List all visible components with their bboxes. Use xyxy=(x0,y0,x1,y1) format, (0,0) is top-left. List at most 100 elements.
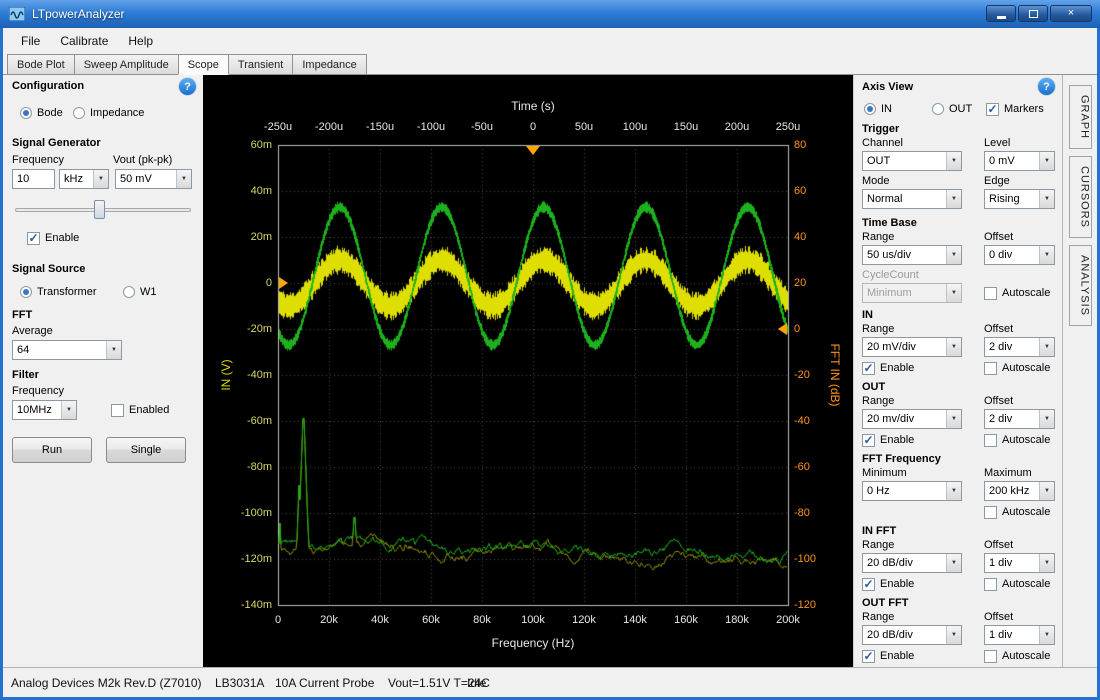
generator-enable-checkbox[interactable]: ✓ Enable xyxy=(27,231,79,245)
time-axis-title: Time (s) xyxy=(511,99,555,113)
help-icon[interactable]: ? xyxy=(1038,78,1055,95)
in-enable-checkbox[interactable]: ✓ Enable xyxy=(862,361,914,375)
axis-view-in-radio[interactable]: IN xyxy=(864,102,892,116)
status-state: Idle xyxy=(467,676,486,690)
frequency-axis-title: Frequency (Hz) xyxy=(492,636,575,650)
checkbox-label: Autoscale xyxy=(1002,362,1050,374)
filter-frequency-label: Frequency xyxy=(12,385,64,397)
time-base-offset-select[interactable]: 0 div▼ xyxy=(984,245,1055,265)
config-impedance-radio[interactable]: Impedance xyxy=(73,106,144,120)
selected-value: 1 div xyxy=(985,626,1039,644)
selected-value: 20 dB/div xyxy=(863,554,946,572)
in-fft-range-label: Range xyxy=(862,539,894,551)
in-fft-offset-select[interactable]: 1 div▼ xyxy=(984,553,1055,573)
help-icon[interactable]: ? xyxy=(179,78,196,95)
out-offset-select[interactable]: 2 div▼ xyxy=(984,409,1055,429)
side-tab-strip: GRAPH CURSORS ANALYSIS xyxy=(1062,75,1097,667)
right-panel: Axis View ? IN OUT ✓ Markers Trigger Cha… xyxy=(853,75,1062,667)
trigger-edge-select[interactable]: Rising▼ xyxy=(984,189,1055,209)
title-bar: LTpowerAnalyzer × xyxy=(0,0,1100,28)
menu-file[interactable]: File xyxy=(11,31,50,51)
minimize-button[interactable] xyxy=(986,5,1016,22)
menu-help[interactable]: Help xyxy=(118,31,163,51)
frequency-input[interactable] xyxy=(12,169,55,189)
config-bode-radio[interactable]: Bode xyxy=(20,106,63,120)
status-device: Analog Devices M2k Rev.D (Z7010) xyxy=(11,676,202,690)
tab-scope[interactable]: Scope xyxy=(178,54,229,75)
fft-average-select[interactable]: 64▼ xyxy=(12,340,122,360)
trigger-mode-select[interactable]: Normal▼ xyxy=(862,189,962,209)
dropdown-arrow-icon: ▼ xyxy=(946,482,961,500)
side-tab-cursors[interactable]: CURSORS xyxy=(1069,156,1092,238)
out-range-select[interactable]: 20 mv/div▼ xyxy=(862,409,962,429)
tab-sweep-amplitude[interactable]: Sweep Amplitude xyxy=(74,54,179,74)
source-w1-radio[interactable]: W1 xyxy=(123,285,157,299)
out-fft-enable-checkbox[interactable]: ✓ Enable xyxy=(862,649,914,663)
tab-transient[interactable]: Transient xyxy=(228,54,293,74)
axis-tick-label: 80 xyxy=(794,139,806,151)
in-offset-select[interactable]: 2 div▼ xyxy=(984,337,1055,357)
side-tab-graph[interactable]: GRAPH xyxy=(1069,85,1092,149)
maximize-button[interactable] xyxy=(1018,5,1048,22)
close-button[interactable]: × xyxy=(1050,5,1092,22)
time-base-range-select[interactable]: 50 us/div▼ xyxy=(862,245,962,265)
checkbox-icon xyxy=(984,434,997,447)
checkbox-label: Autoscale xyxy=(1002,506,1050,518)
filter-frequency-select[interactable]: 10MHz▼ xyxy=(12,400,77,420)
in-fft-enable-checkbox[interactable]: ✓ Enable xyxy=(862,577,914,591)
out-fft-range-select[interactable]: 20 dB/div▼ xyxy=(862,625,962,645)
axis-tick-label: -100m xyxy=(241,507,272,519)
tab-bode-plot[interactable]: Bode Plot xyxy=(7,54,75,74)
trigger-channel-select[interactable]: OUT▼ xyxy=(862,151,962,171)
fft-maximum-select[interactable]: 200 kHz▼ xyxy=(984,481,1055,501)
slider-thumb[interactable] xyxy=(94,200,105,219)
frequency-unit-select[interactable]: kHz▼ xyxy=(59,169,109,189)
menu-calibrate[interactable]: Calibrate xyxy=(50,31,118,51)
cyclecount-select: Minimum▼ xyxy=(862,283,962,303)
in-fft-range-select[interactable]: 20 dB/div▼ xyxy=(862,553,962,573)
time-base-autoscale-checkbox[interactable]: Autoscale xyxy=(984,286,1050,300)
selected-value: Minimum xyxy=(863,284,946,302)
axis-tick-label: 0 xyxy=(530,121,536,133)
selected-value: 0 div xyxy=(985,246,1039,264)
amplitude-slider[interactable] xyxy=(15,199,191,219)
axis-tick-label: 100k xyxy=(521,614,545,626)
axis-tick-label: -150u xyxy=(366,121,394,133)
tab-impedance[interactable]: Impedance xyxy=(292,54,366,74)
single-button[interactable]: Single xyxy=(106,437,186,463)
axis-view-out-radio[interactable]: OUT xyxy=(932,102,972,116)
markers-checkbox[interactable]: ✓ Markers xyxy=(986,102,1044,116)
out-fft-offset-select[interactable]: 1 div▼ xyxy=(984,625,1055,645)
selected-value: 200 kHz xyxy=(985,482,1039,500)
radio-label: W1 xyxy=(140,286,157,298)
in-fft-autoscale-checkbox[interactable]: Autoscale xyxy=(984,577,1050,591)
out-autoscale-checkbox[interactable]: Autoscale xyxy=(984,433,1050,447)
fft-frequency-title: FFT Frequency xyxy=(862,453,941,465)
axis-tick-label: 50u xyxy=(575,121,593,133)
fft-minimum-select[interactable]: 0 Hz▼ xyxy=(862,481,962,501)
checkbox-icon: ✓ xyxy=(27,232,40,245)
out-enable-checkbox[interactable]: ✓ Enable xyxy=(862,433,914,447)
filter-enabled-checkbox[interactable]: Enabled xyxy=(111,403,169,417)
selected-value: 20 mV/div xyxy=(863,338,946,356)
out-fft-autoscale-checkbox[interactable]: Autoscale xyxy=(984,649,1050,663)
side-tab-analysis[interactable]: ANALYSIS xyxy=(1069,245,1092,326)
trigger-time-marker-icon[interactable] xyxy=(526,146,540,155)
checkbox-icon: ✓ xyxy=(862,578,875,591)
vout-select[interactable]: 50 mV▼ xyxy=(115,169,192,189)
source-transformer-radio[interactable]: Transformer xyxy=(20,285,97,299)
axis-tick-label: -100u xyxy=(417,121,445,133)
in-range-select[interactable]: 20 mV/div▼ xyxy=(862,337,962,357)
in-zero-marker-icon[interactable] xyxy=(279,277,288,289)
scope-plot-canvas[interactable] xyxy=(203,75,853,667)
fft-frequency-autoscale-checkbox[interactable]: Autoscale xyxy=(984,505,1050,519)
scope-plot-area: Time (s) IN (V) FFT IN (dB) Frequency (H… xyxy=(203,75,853,667)
run-button[interactable]: Run xyxy=(12,437,92,463)
in-autoscale-checkbox[interactable]: Autoscale xyxy=(984,361,1050,375)
axis-tick-label: 60m xyxy=(251,139,272,151)
checkbox-icon xyxy=(984,650,997,663)
checkbox-icon: ✓ xyxy=(862,362,875,375)
trigger-level-select[interactable]: 0 mV▼ xyxy=(984,151,1055,171)
fft-zero-marker-icon[interactable] xyxy=(778,323,787,335)
in-offset-label: Offset xyxy=(984,323,1013,335)
